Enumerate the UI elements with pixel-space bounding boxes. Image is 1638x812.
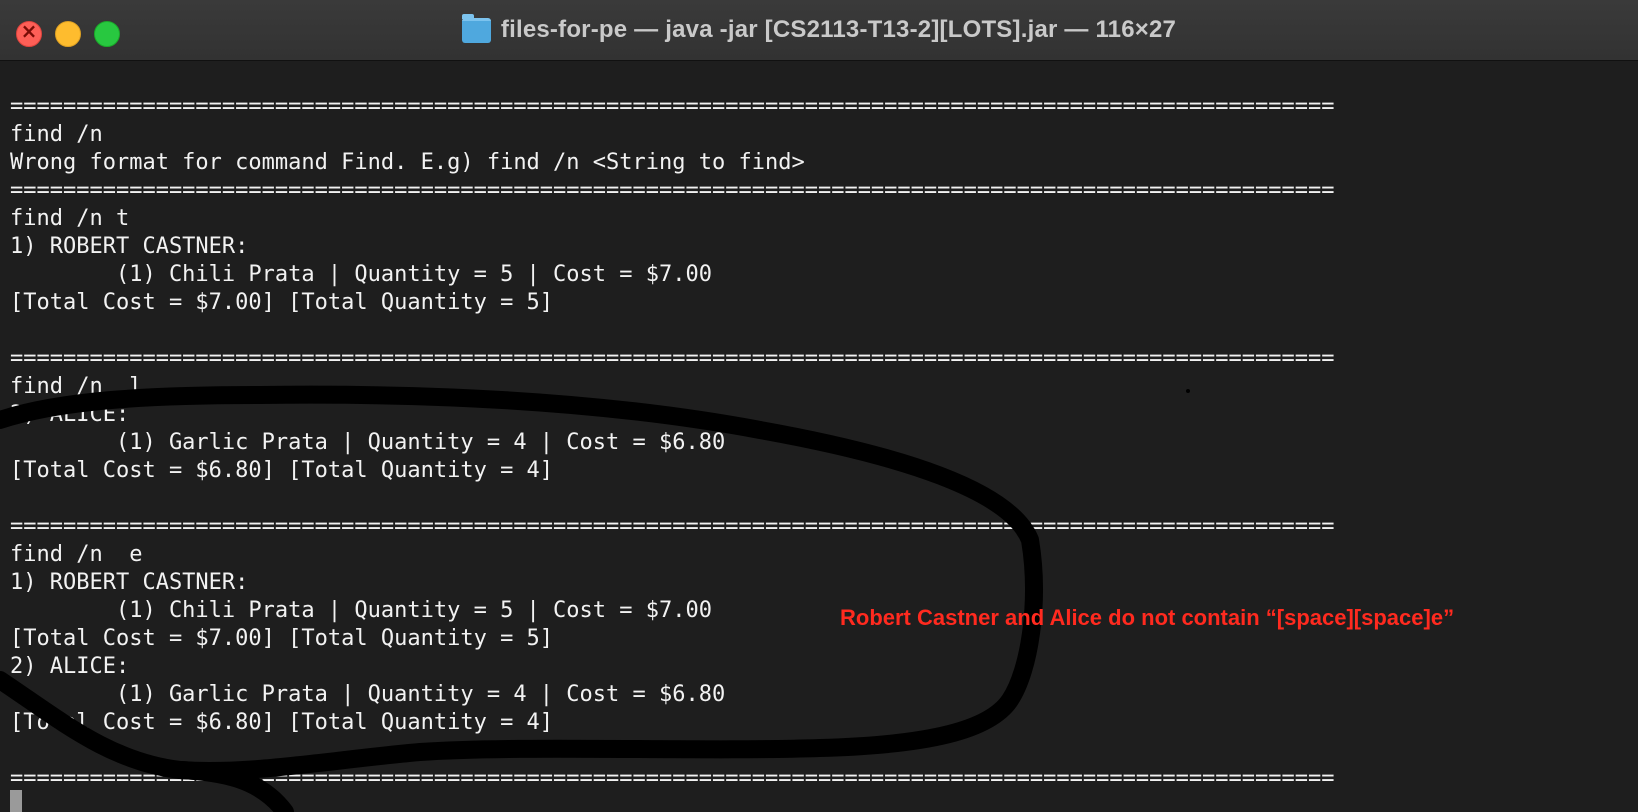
terminal-line: [Total Cost = $6.80] [Total Quantity = 4… [10, 710, 554, 735]
terminal-line: ========================================… [10, 178, 1335, 203]
terminal-window: files-for-pe — java -jar [CS2113-T13-2][… [0, 0, 1638, 812]
terminal-line: Wrong format for command Find. E.g) find… [10, 150, 805, 175]
red-annotation-text: Robert Castner and Alice do not contain … [840, 605, 1455, 630]
terminal-line: (1) Garlic Prata | Quantity = 4 | Cost =… [10, 682, 726, 707]
folder-icon [461, 13, 491, 43]
terminal-line: 1) ROBERT CASTNER: [10, 234, 249, 259]
terminal-cursor [10, 790, 22, 812]
terminal-line: (1) Garlic Prata | Quantity = 4 | Cost =… [10, 430, 726, 455]
title-bar[interactable]: files-for-pe — java -jar [CS2113-T13-2][… [0, 0, 1638, 61]
terminal-line: 2) ALICE: [10, 402, 130, 427]
terminal-line: find /n t [10, 206, 130, 231]
terminal-line: ========================================… [10, 766, 1335, 791]
terminal-line: 2) ALICE: [10, 654, 130, 679]
terminal-line: ========================================… [10, 346, 1335, 371]
terminal-line: find /n e [10, 542, 143, 567]
terminal-line: find /n [10, 122, 103, 147]
terminal-line: 1) ROBERT CASTNER: [10, 570, 249, 595]
terminal-output[interactable]: ========================================… [10, 93, 1630, 793]
terminal-line: ========================================… [10, 514, 1335, 539]
window-title: files-for-pe — java -jar [CS2113-T13-2][… [500, 16, 1177, 43]
title-group: files-for-pe — java -jar [CS2113-T13-2][… [0, 0, 1638, 60]
terminal-line: [Total Cost = $6.80] [Total Quantity = 4… [10, 458, 554, 483]
terminal-line: (1) Chili Prata | Quantity = 5 | Cost = … [10, 262, 712, 287]
terminal-line: find /n l [10, 374, 143, 399]
terminal-line: ========================================… [10, 94, 1335, 119]
terminal-line: [Total Cost = $7.00] [Total Quantity = 5… [10, 290, 554, 315]
